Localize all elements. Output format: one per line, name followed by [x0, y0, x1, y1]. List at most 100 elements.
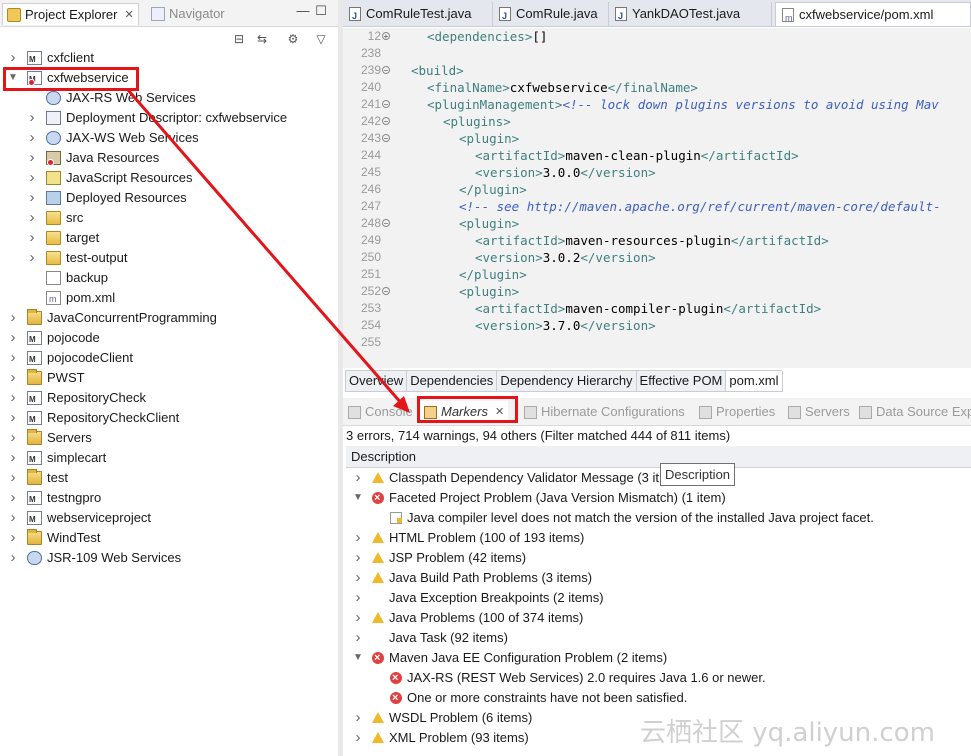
chevron-right-icon[interactable]: › — [8, 428, 18, 448]
tree-item[interactable]: JAX-RS Web Services — [0, 88, 338, 108]
collapse-fold-icon[interactable]: − — [382, 100, 390, 109]
chevron-right-icon[interactable]: › — [8, 508, 18, 528]
maximize-icon[interactable]: ☐ — [314, 4, 328, 18]
chevron-right-icon[interactable]: › — [353, 708, 363, 728]
minimize-icon[interactable]: — — [296, 4, 310, 18]
chevron-right-icon[interactable]: › — [8, 348, 18, 368]
tree-item[interactable]: › Deployment Descriptor: cxfwebservice — [0, 108, 338, 128]
chevron-right-icon[interactable]: › — [27, 128, 37, 148]
collapse-fold-icon[interactable]: − — [382, 117, 390, 126]
tree-item[interactable]: › JAX-WS Web Services — [0, 128, 338, 148]
tree-item[interactable]: › Java Resources — [0, 148, 338, 168]
chevron-right-icon[interactable]: › — [353, 728, 363, 748]
chevron-right-icon[interactable]: › — [353, 628, 363, 648]
chevron-right-icon[interactable]: › — [8, 548, 18, 568]
expand-fold-icon[interactable]: + — [382, 32, 390, 41]
chevron-down-icon[interactable]: ▼ — [353, 648, 363, 668]
tab-markers[interactable]: Markers ✕ — [420, 401, 509, 423]
collapse-fold-icon[interactable]: − — [382, 219, 390, 228]
chevron-right-icon[interactable]: › — [27, 248, 37, 268]
marker-item[interactable]: Java compiler level does not match the v… — [346, 508, 971, 528]
chevron-right-icon[interactable]: › — [353, 588, 363, 608]
chevron-right-icon[interactable]: › — [27, 228, 37, 248]
tree-item[interactable]: pom.xml — [0, 288, 338, 309]
chevron-right-icon[interactable]: › — [8, 368, 18, 388]
chevron-right-icon[interactable]: › — [8, 528, 18, 548]
chevron-right-icon[interactable]: › — [8, 388, 18, 408]
tab-comrule[interactable]: ComRule.java — [493, 2, 609, 28]
tree-item[interactable]: › pojocodeClient — [0, 348, 338, 370]
tab-project-explorer[interactable]: Project Explorer ✕ — [2, 3, 139, 25]
marker-category[interactable]: › Classpath Dependency Validator Message … — [346, 468, 971, 488]
chevron-right-icon[interactable]: › — [8, 448, 18, 468]
filter-icon[interactable]: ⚙ — [285, 31, 301, 47]
chevron-right-icon[interactable]: › — [353, 548, 363, 568]
chevron-right-icon[interactable]: › — [353, 568, 363, 588]
chevron-right-icon[interactable]: › — [8, 48, 18, 68]
chevron-right-icon[interactable]: › — [353, 608, 363, 628]
tab-hibernate-configurations[interactable]: Hibernate Configurations — [524, 401, 685, 423]
tab-yankdaotest[interactable]: YankDAOTest.java — [609, 2, 772, 28]
marker-category[interactable]: ▼ Maven Java EE Configuration Problem (2 … — [346, 648, 971, 668]
tab-pom-xml-source[interactable]: pom.xml — [725, 371, 783, 392]
tree-item[interactable]: › RepositoryCheck — [0, 388, 338, 410]
marker-category[interactable]: › Java Exception Breakpoints (2 items) — [346, 588, 971, 608]
tree-item[interactable]: › webserviceproject — [0, 508, 338, 530]
close-icon[interactable]: ✕ — [124, 4, 133, 26]
tree-item[interactable]: › PWST — [0, 368, 338, 388]
marker-category[interactable]: ▼ Faceted Project Problem (Java Version M… — [346, 488, 971, 508]
chevron-down-icon[interactable]: ▼ — [8, 68, 18, 88]
tree-item[interactable]: › Deployed Resources — [0, 188, 338, 208]
tab-overview[interactable]: Overview — [345, 371, 408, 392]
chevron-right-icon[interactable]: › — [27, 168, 37, 188]
tree-item[interactable]: › target — [0, 228, 338, 248]
marker-item[interactable]: One or more constraints have not been sa… — [346, 688, 971, 708]
tab-data-source-explorer[interactable]: Data Source Exp — [859, 401, 971, 423]
marker-item[interactable]: JAX-RS (REST Web Services) 2.0 requires … — [346, 668, 971, 688]
tree-item[interactable]: › simplecart — [0, 448, 338, 470]
tree-item[interactable]: › WindTest — [0, 528, 338, 548]
marker-category[interactable]: › Java Build Path Problems (3 items) — [346, 568, 971, 588]
chevron-right-icon[interactable]: › — [8, 408, 18, 428]
marker-category[interactable]: › Java Task (92 items) — [346, 628, 971, 648]
tab-navigator[interactable]: Navigator — [147, 3, 229, 25]
tab-pom-xml[interactable]: cxfwebservice/pom.xml — [775, 2, 971, 30]
tree-item[interactable]: › JavaConcurrentProgramming — [0, 308, 338, 328]
chevron-right-icon[interactable]: › — [27, 188, 37, 208]
tab-properties[interactable]: Properties — [699, 401, 775, 423]
view-menu-icon[interactable]: ▽ — [313, 31, 329, 47]
tab-comruletest[interactable]: ComRuleTest.java — [343, 2, 493, 28]
tree-item[interactable]: › JavaScript Resources — [0, 168, 338, 188]
chevron-down-icon[interactable]: ▼ — [353, 488, 363, 508]
link-with-editor-icon[interactable]: ⇆ — [254, 31, 270, 47]
chevron-right-icon[interactable]: › — [8, 328, 18, 348]
code-area[interactable]: 12 + <dependencies>[] 238 239− <build> 240 <fin… — [343, 28, 971, 368]
chevron-right-icon[interactable]: › — [353, 468, 363, 488]
tree-item[interactable]: › src — [0, 208, 338, 228]
chevron-right-icon[interactable]: › — [8, 468, 18, 488]
marker-category[interactable]: › HTML Problem (100 of 193 items) — [346, 528, 971, 548]
tree-item[interactable]: › testngpro — [0, 488, 338, 510]
collapse-all-icon[interactable]: ⊟ — [231, 31, 247, 47]
close-icon[interactable]: ✕ — [495, 401, 504, 423]
tree-item[interactable]: › Servers — [0, 428, 338, 448]
chevron-right-icon[interactable]: › — [353, 528, 363, 548]
tree-item[interactable]: › test-output — [0, 248, 338, 268]
chevron-right-icon[interactable]: › — [8, 488, 18, 508]
collapse-fold-icon[interactable]: − — [382, 66, 390, 75]
tree-item[interactable]: › cxfclient — [0, 48, 338, 70]
chevron-right-icon[interactable]: › — [27, 108, 37, 128]
tree-item[interactable]: › pojocode — [0, 328, 338, 350]
tab-console[interactable]: Console — [348, 401, 413, 423]
collapse-fold-icon[interactable]: − — [382, 134, 390, 143]
marker-category[interactable]: › Java Problems (100 of 374 items) — [346, 608, 971, 628]
tab-servers[interactable]: Servers — [788, 401, 850, 423]
chevron-right-icon[interactable]: › — [27, 148, 37, 168]
tree-item[interactable]: › test — [0, 468, 338, 488]
tree-item[interactable]: › JSR-109 Web Services — [0, 548, 338, 568]
tab-dependencies[interactable]: Dependencies — [406, 371, 498, 392]
tree-item[interactable]: backup — [0, 268, 338, 288]
description-column-header[interactable]: Description — [346, 446, 971, 468]
marker-category[interactable]: › JSP Problem (42 items) — [346, 548, 971, 568]
tree-item[interactable]: ▼ cxfwebservice — [0, 68, 338, 90]
